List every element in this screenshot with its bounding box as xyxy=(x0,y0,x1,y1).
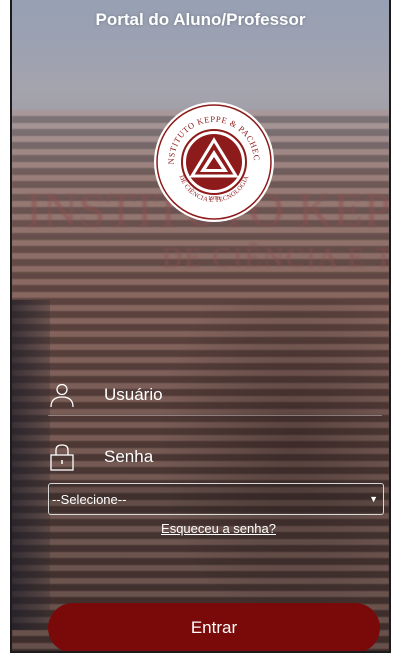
background-pillar xyxy=(12,300,50,630)
forgot-password-link[interactable]: Esqueceu a senha? xyxy=(12,521,389,536)
username-field[interactable]: Usuário xyxy=(48,375,382,416)
chevron-down-icon: ▼ xyxy=(369,494,378,504)
institute-logo: INSTITUTO KEPPE & PACHECO DE CIÊNCIA E T… xyxy=(152,100,274,222)
role-select-value: --Selecione-- xyxy=(52,491,127,507)
password-field[interactable]: Senha xyxy=(48,437,382,477)
user-icon xyxy=(48,381,76,409)
login-button-label: Entrar xyxy=(190,618,238,637)
login-button[interactable]: Entrar xyxy=(48,603,380,651)
background-engraving-line2: DE CIÊNCIA E T xyxy=(162,243,391,274)
username-input[interactable]: Usuário xyxy=(104,385,163,405)
logo-year: 1970 xyxy=(208,196,220,202)
login-panel: INSTITUTO KEP DE CIÊNCIA E T Portal do A… xyxy=(10,0,391,653)
role-select[interactable]: --Selecione-- ▼ xyxy=(48,483,384,515)
page-title: Portal do Aluno/Professor xyxy=(95,10,306,29)
lock-icon xyxy=(48,443,76,471)
password-input[interactable]: Senha xyxy=(104,447,153,467)
